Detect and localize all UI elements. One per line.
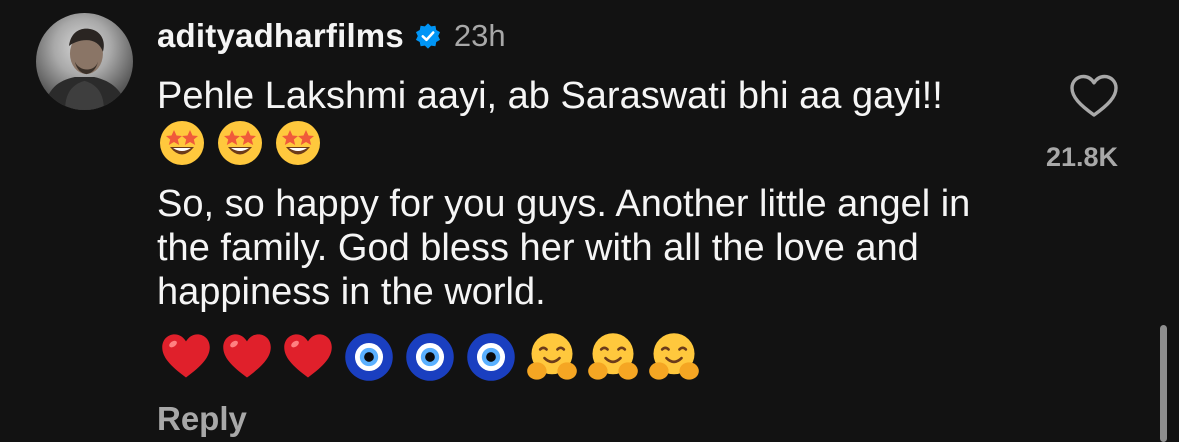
nazar-amulet-emoji-icon xyxy=(464,330,518,384)
like-count: 21.8K xyxy=(1046,142,1119,172)
comment-line-1: Pehle Lakshmi aayi, ab Saraswati bhi aa … xyxy=(157,74,997,168)
heart-outline-icon xyxy=(1070,74,1118,117)
comment-timestamp: 23h xyxy=(453,18,506,53)
hugging-face-emoji-icon xyxy=(525,330,579,384)
comment: adityadharfilms 23h Pehle Lakshmi aayi, … xyxy=(0,0,1179,442)
comment-body: Pehle Lakshmi aayi, ab Saraswati bhi aa … xyxy=(157,74,997,314)
reply-button[interactable]: Reply xyxy=(157,400,247,438)
avatar[interactable] xyxy=(36,13,133,110)
scrollbar[interactable] xyxy=(1160,325,1167,442)
username[interactable]: adityadharfilms xyxy=(157,17,404,55)
verified-badge-icon xyxy=(414,22,442,50)
red-heart-emoji-icon xyxy=(220,330,274,384)
comment-line-2: So, so happy for you guys. Another littl… xyxy=(157,183,971,313)
star-struck-emoji-icon xyxy=(157,118,207,168)
red-heart-emoji-icon xyxy=(159,330,213,384)
like-button[interactable] xyxy=(1069,73,1119,119)
nazar-amulet-emoji-icon xyxy=(342,330,396,384)
nazar-amulet-emoji-icon xyxy=(403,330,457,384)
red-heart-emoji-icon xyxy=(281,330,335,384)
avatar-photo xyxy=(43,28,128,110)
star-struck-emoji-icon xyxy=(215,118,265,168)
comment-line-1-text: Pehle Lakshmi aayi, ab Saraswati bhi aa … xyxy=(157,75,943,117)
comment-header: adityadharfilms 23h xyxy=(157,12,506,60)
hugging-face-emoji-icon xyxy=(647,330,701,384)
star-struck-emoji-icon xyxy=(273,118,323,168)
hugging-face-emoji-icon xyxy=(586,330,640,384)
emoji-row xyxy=(159,330,701,384)
